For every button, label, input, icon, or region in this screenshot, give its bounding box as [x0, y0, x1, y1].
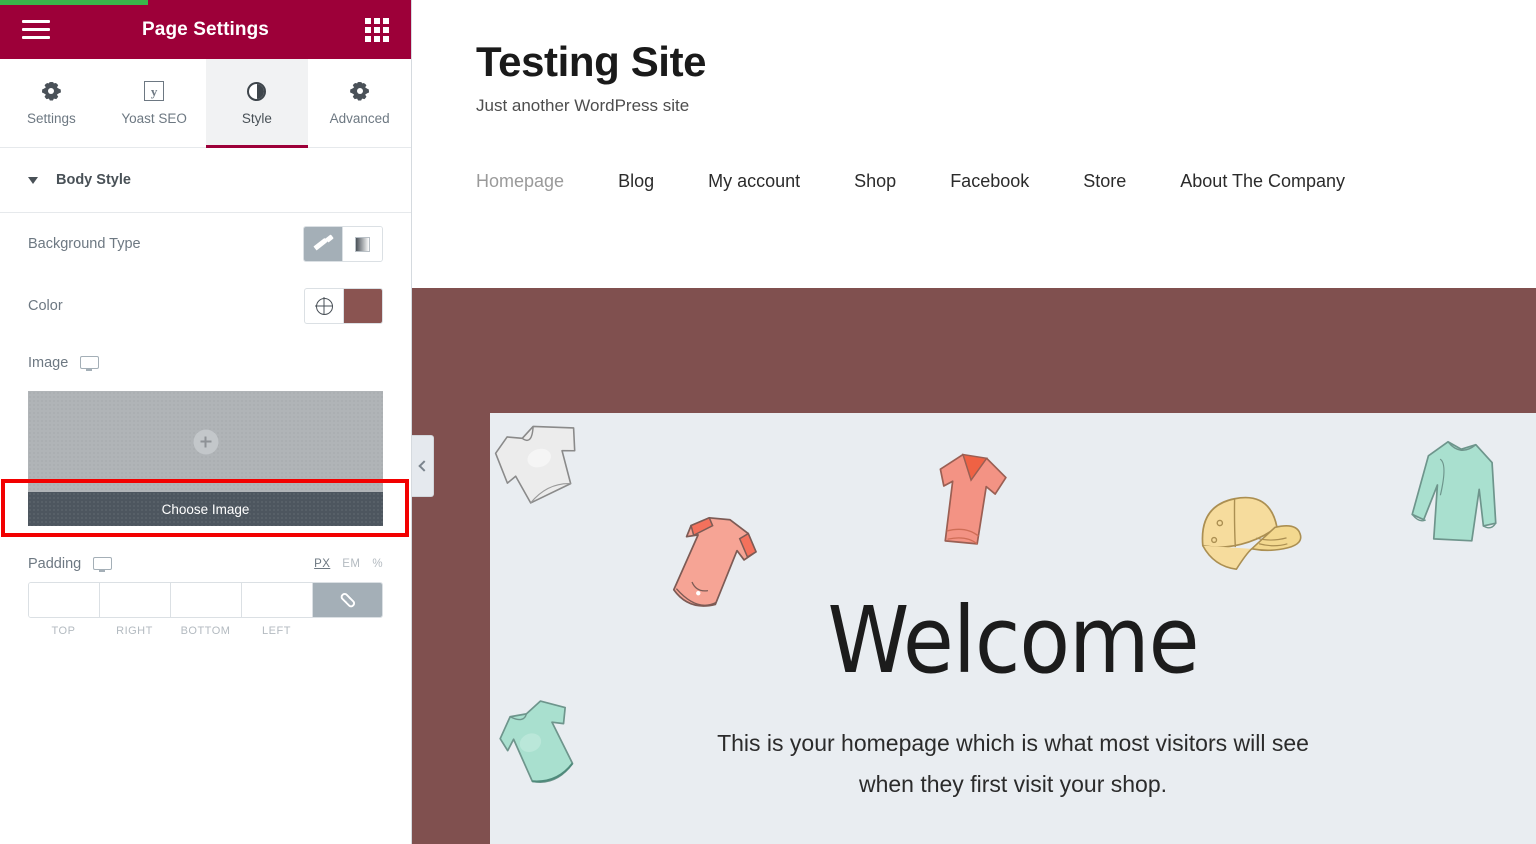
site-body: Welcome This is your homepage which is w… [412, 288, 1536, 844]
background-type-label: Background Type [28, 236, 141, 252]
white-shirt-sketch [494, 425, 576, 504]
hero-subtitle-line2: when they first visit your shop. [858, 771, 1168, 798]
padding-right-label: RIGHT [116, 625, 153, 637]
gear-icon [350, 80, 369, 102]
unit-px[interactable]: PX [314, 558, 330, 570]
nav-item-shop[interactable]: Shop [854, 171, 896, 192]
hero-subtitle: This is your homepage which is what most… [490, 723, 1536, 806]
chevron-left-icon [418, 460, 430, 472]
tab-settings-label: Settings [26, 111, 76, 126]
loading-progress-bar [0, 0, 411, 5]
caret-down-icon [28, 176, 38, 184]
site-title: Testing Site [476, 38, 707, 85]
mint-longsleeve-sketch [1411, 440, 1497, 542]
padding-units: PX EM % [314, 558, 383, 570]
panel-header: Page Settings [0, 0, 411, 59]
padding-top-label: TOP [51, 625, 76, 637]
background-type-classic-option[interactable] [304, 227, 343, 261]
hero-section: Welcome This is your homepage which is w… [490, 413, 1536, 844]
background-type-gradient-option[interactable] [343, 227, 382, 261]
control-image: Image Choose Image [1, 337, 409, 537]
image-label: Image [28, 355, 69, 371]
site-tagline: Just another WordPress site [476, 96, 690, 115]
tab-yoast-seo[interactable]: y Yoast SEO [103, 59, 206, 147]
site-header: Testing Site Just another WordPress site… [412, 0, 1536, 288]
coral-tshirt-sketch [939, 453, 1007, 545]
tab-advanced[interactable]: Advanced [308, 59, 411, 147]
hero-text: Welcome This is your homepage which is w… [490, 595, 1536, 806]
site-preview: Testing Site Just another WordPress site… [412, 0, 1536, 844]
padding-left-label: LEFT [262, 625, 291, 637]
color-control [304, 288, 383, 324]
contrast-icon [247, 80, 267, 102]
image-label-group: Image [28, 355, 100, 371]
desktop-monitor-icon[interactable] [80, 355, 100, 371]
desktop-monitor-icon[interactable] [93, 556, 113, 572]
nav-item-homepage[interactable]: Homepage [476, 171, 564, 192]
choose-image-button[interactable]: Choose Image [28, 492, 383, 526]
elementor-panel: Page Settings Settings y Yoast SEO Style… [0, 0, 412, 844]
hamburger-menu-icon[interactable] [22, 20, 50, 39]
background-type-choices [303, 226, 383, 262]
control-padding: Padding PX EM % TOP RIGHT BOTTOM LEFT [28, 556, 383, 637]
section-body-style[interactable]: Body Style [0, 148, 411, 213]
padding-label: Padding [28, 556, 82, 572]
padding-left-input[interactable] [242, 583, 313, 617]
color-swatch[interactable] [344, 289, 382, 323]
unit-percent[interactable]: % [372, 558, 383, 570]
color-label: Color [28, 298, 63, 314]
tab-style[interactable]: Style [205, 59, 309, 148]
link-chain-icon [335, 588, 359, 612]
nav-item-facebook[interactable]: Facebook [950, 171, 1029, 192]
unit-em[interactable]: EM [342, 558, 360, 570]
image-label-row: Image [28, 337, 383, 389]
panel-tabs: Settings y Yoast SEO Style Advanced [0, 59, 411, 148]
padding-bottom-label: BOTTOM [180, 625, 231, 637]
padding-inputs [28, 582, 383, 618]
site-navigation: Homepage Blog My account Shop Facebook S… [476, 171, 1536, 192]
elementor-editor: Page Settings Settings y Yoast SEO Style… [0, 0, 1536, 844]
tab-advanced-label: Advanced [329, 111, 390, 126]
padding-right-input[interactable] [100, 583, 171, 617]
plus-circle-icon [193, 429, 218, 454]
tab-yoast-seo-label: Yoast SEO [121, 111, 187, 126]
nav-item-about-the-company[interactable]: About The Company [1180, 171, 1345, 192]
nav-item-blog[interactable]: Blog [618, 171, 654, 192]
panel-collapse-handle[interactable] [412, 435, 434, 497]
padding-label-group: Padding [28, 556, 113, 572]
image-dropzone[interactable] [28, 391, 383, 492]
hero-subtitle-line1: This is your homepage which is what most… [717, 730, 1309, 756]
hero-title: Welcome [827, 587, 1199, 694]
yellow-cap-sketch [1201, 496, 1302, 570]
padding-link-toggle[interactable] [313, 583, 382, 617]
padding-header: Padding PX EM % [28, 556, 383, 572]
panel-controls: Background Type Color Image Choose Image… [0, 213, 411, 844]
brush-icon [312, 233, 334, 254]
global-color-icon-button[interactable] [305, 289, 344, 323]
gear-icon [42, 80, 61, 102]
control-color: Color [28, 275, 383, 337]
panel-title: Page Settings [142, 18, 269, 40]
gradient-icon [355, 236, 370, 252]
padding-bottom-input[interactable] [171, 583, 242, 617]
grid-apps-icon[interactable] [365, 17, 389, 42]
padding-field-labels: TOP RIGHT BOTTOM LEFT [28, 625, 383, 637]
image-media-area: Choose Image [1, 391, 409, 537]
tab-settings[interactable]: Settings [0, 59, 103, 147]
choose-image-wrapper: Choose Image [1, 479, 409, 537]
loading-progress-fill [0, 0, 148, 5]
tab-style-label: Style [241, 111, 272, 126]
yoast-logo-icon: y [144, 80, 165, 102]
nav-item-my-account[interactable]: My account [708, 171, 800, 192]
control-background-type: Background Type [28, 213, 383, 275]
padding-top-input[interactable] [29, 583, 100, 617]
globe-icon [315, 297, 333, 315]
section-body-style-title: Body Style [56, 172, 131, 188]
nav-item-store[interactable]: Store [1083, 171, 1126, 192]
